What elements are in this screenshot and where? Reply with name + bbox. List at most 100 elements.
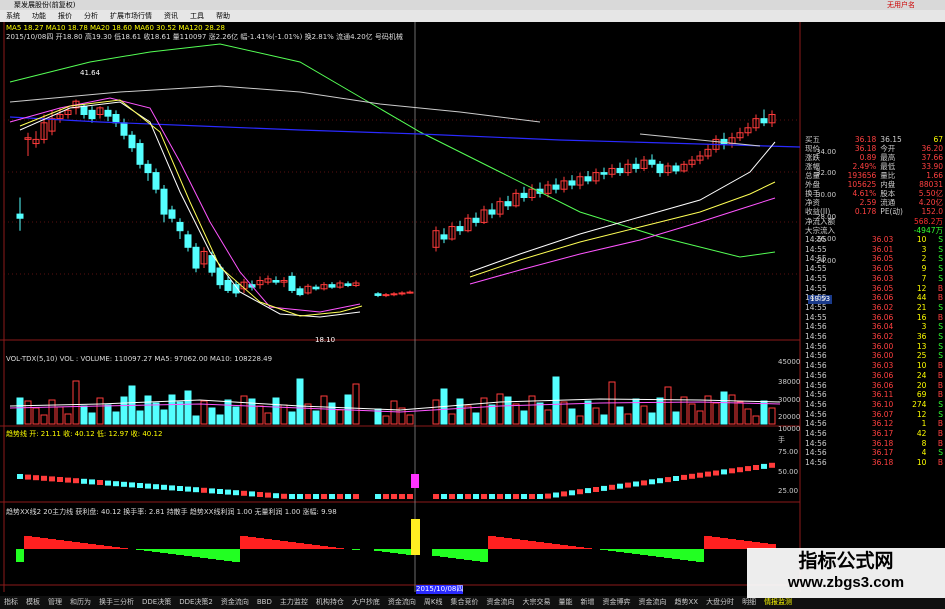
menu-item-2[interactable]: 报价 [52, 10, 78, 22]
profit-bar [568, 546, 576, 549]
candle [568, 180, 576, 186]
menu-item-0[interactable]: 系统 [0, 10, 26, 22]
profit-bar [80, 543, 88, 549]
title-bar: 聚发展股份(前复权) 无用户名 [0, 0, 945, 10]
profit-bar [704, 536, 712, 549]
bottom-tab-15[interactable]: 资金流向 [482, 596, 518, 609]
quote-panel: 买五 36.18 36.15 67 现价 36.18 今开 36.20 涨跌 0.89 最高 37.6… [803, 135, 945, 595]
bottom-tab-22[interactable]: 大盘分时 [702, 596, 738, 609]
volume-tick: 38000 [778, 378, 801, 386]
trend-marker [113, 481, 119, 487]
profit-bar [736, 540, 744, 549]
profit-bar [224, 549, 232, 561]
bottom-tab-12[interactable]: 资金流向 [384, 596, 420, 609]
volume-tick: 45000 [778, 358, 801, 366]
bottom-tab-9[interactable]: 主力监控 [276, 596, 312, 609]
bottom-tab-17[interactable]: 量能 [554, 596, 576, 609]
trend-marker [433, 494, 439, 499]
trend-marker [177, 486, 183, 491]
profit-bar [390, 549, 398, 553]
bottom-tab-19[interactable]: 资金博弈 [598, 596, 634, 609]
bottom-tab-1[interactable]: 模板 [22, 596, 44, 609]
trend-marker [601, 485, 607, 491]
profit-bar [248, 537, 256, 549]
candle [344, 283, 352, 286]
trend-marker [313, 494, 319, 499]
volume-bar [176, 401, 184, 425]
candle [152, 172, 160, 190]
candle [488, 209, 496, 215]
bottom-tab-16[interactable]: 大宗交易 [518, 596, 554, 609]
bottom-tab-5[interactable]: DDE决策 [138, 596, 175, 609]
candle [296, 288, 304, 296]
menu-item-3[interactable]: 分析 [78, 10, 104, 22]
profit-bar [382, 549, 390, 552]
bottom-tab-0[interactable]: 指标 [0, 596, 22, 609]
bottom-tab-7[interactable]: 资金流向 [217, 596, 253, 609]
tick-row: 14:56 36.02 36 S [805, 332, 943, 342]
profit-bar [584, 548, 592, 549]
trend-marker [241, 490, 247, 496]
profit-bar [304, 544, 312, 549]
window-user[interactable]: 无用户名 [887, 0, 915, 10]
menu-item-1[interactable]: 功能 [26, 10, 52, 22]
trend-marker [329, 494, 335, 499]
bottom-tab-21[interactable]: 趋势XX [670, 596, 702, 609]
bottom-tab-8[interactable]: BBD [253, 596, 276, 609]
trend-marker [665, 477, 671, 483]
tick-row: 14:55 36.03 10 S [805, 235, 943, 244]
bottom-tab-18[interactable]: 新增 [576, 596, 598, 609]
candle [648, 159, 656, 165]
bottom-tab-20[interactable]: 资金流向 [634, 596, 670, 609]
candle [288, 275, 296, 291]
volume-bar [504, 396, 512, 425]
profit-bar [712, 537, 720, 549]
menu-item-7[interactable]: 帮助 [210, 10, 236, 22]
tick-row: 14:55 36.05 2 S [805, 254, 943, 264]
menu-item-6[interactable]: 工具 [184, 10, 210, 22]
bottom-tab-4[interactable]: 换手三分析 [95, 596, 138, 609]
candle [104, 109, 112, 117]
menu-item-4[interactable]: 扩展市场行情 [104, 10, 158, 22]
candle [616, 167, 624, 174]
profit-bar [208, 549, 216, 559]
trend-marker [753, 465, 759, 470]
trend-marker [441, 494, 447, 499]
bottom-tab-13[interactable]: 周K线 [420, 596, 447, 609]
candle [406, 291, 414, 294]
trend-marker [233, 490, 239, 496]
trend-marker [57, 477, 63, 482]
menu-bar: 系统 功能 报价 分析 扩展市场行情 资讯 工具 帮助 [0, 10, 945, 22]
trend-marker [761, 463, 767, 469]
bottom-tab-3[interactable]: 和历为 [66, 596, 95, 609]
volume-bar [720, 391, 728, 425]
trend-marker [41, 475, 47, 481]
profit-bar [480, 549, 488, 562]
profit-bar [216, 549, 224, 560]
bottom-tab-2[interactable]: 管理 [44, 596, 66, 609]
volume-bar [232, 406, 240, 425]
watermark: 指标公式网 www.zbgs3.com [747, 548, 945, 598]
trend-marker [513, 494, 519, 499]
trend-marker [289, 494, 295, 499]
bottom-tab-11[interactable]: 大户抄底 [348, 596, 384, 609]
trend-marker [473, 494, 479, 499]
tick-row: 14:56 36.17 4 S [805, 448, 943, 458]
volume-bar [648, 412, 656, 425]
profit-bar [664, 549, 672, 558]
volume-bar [112, 411, 120, 425]
quote-row: 总量 193656 量比 1.66 [805, 171, 943, 180]
profit-bar [464, 549, 472, 560]
trend-marker [25, 474, 31, 480]
volume-bar [136, 410, 144, 425]
trend-marker [545, 493, 551, 499]
bottom-tab-6[interactable]: DDE决策2 [175, 596, 217, 609]
candle [600, 172, 608, 175]
bottom-tab-10[interactable]: 机构持仓 [312, 596, 348, 609]
profit-bar [336, 548, 344, 549]
big-value: -4947万 [913, 226, 943, 235]
menu-item-5[interactable]: 资讯 [158, 10, 184, 22]
profit-bar [112, 547, 120, 549]
window-title: 聚发展股份(前复权) [14, 1, 76, 9]
bottom-tab-14[interactable]: 集合竞价 [446, 596, 482, 609]
